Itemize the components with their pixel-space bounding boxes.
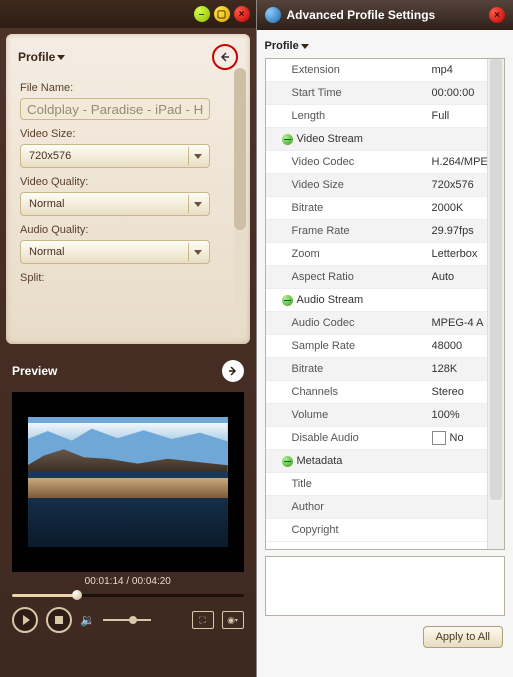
- collapse-icon[interactable]: [282, 134, 293, 145]
- advanced-profile-heading[interactable]: Profile: [257, 30, 513, 58]
- maximize-button[interactable]: ▢: [214, 6, 230, 22]
- video-size-select[interactable]: 720x576: [20, 144, 210, 168]
- collapse-icon[interactable]: [282, 295, 293, 306]
- close-advanced-button[interactable]: ×: [489, 7, 505, 23]
- tree-scrollbar[interactable]: [487, 59, 504, 549]
- group-metadata[interactable]: Metadata: [266, 455, 422, 467]
- video-frame: [28, 417, 228, 547]
- scrollbar-thumb[interactable]: [490, 59, 502, 500]
- profile-scrollbar[interactable]: [234, 68, 246, 338]
- chevron-down-icon: [188, 243, 207, 261]
- preview-heading: Preview: [12, 364, 57, 378]
- chevron-down-icon: [57, 55, 65, 60]
- preview-panel: Preview 00:01:14 / 00:04:20 🔉 ⛶ ◉▾: [0, 350, 256, 677]
- setting-key: Copyright: [266, 524, 432, 536]
- setting-key: Audio Codec: [266, 317, 432, 329]
- seek-slider[interactable]: [12, 589, 244, 601]
- audio-quality-value: Normal: [29, 246, 64, 258]
- setting-key: Bitrate: [266, 363, 432, 375]
- expand-preview-button[interactable]: [222, 360, 244, 382]
- snapshot-button[interactable]: ◉▾: [222, 611, 244, 629]
- back-button[interactable]: [212, 44, 238, 70]
- setting-key: Bitrate: [266, 202, 432, 214]
- arrow-right-icon: [227, 365, 239, 377]
- volume-thumb[interactable]: [129, 616, 137, 624]
- file-name-input[interactable]: [20, 98, 210, 120]
- video-quality-select[interactable]: Normal: [20, 192, 210, 216]
- group-audio-stream[interactable]: Audio Stream: [266, 294, 422, 306]
- play-icon: [23, 615, 30, 625]
- setting-key: Author: [266, 501, 432, 513]
- stop-icon: [55, 616, 63, 624]
- setting-key: Disable Audio: [266, 432, 432, 444]
- chevron-down-icon: [188, 195, 207, 213]
- setting-key: Channels: [266, 386, 432, 398]
- apply-to-all-button[interactable]: Apply to All: [423, 626, 503, 648]
- setting-key: Video Codec: [266, 156, 432, 168]
- fullscreen-button[interactable]: ⛶: [192, 611, 214, 629]
- disable-audio-checkbox[interactable]: [432, 431, 446, 445]
- setting-key: Volume: [266, 409, 432, 421]
- settings-icon: [265, 7, 281, 23]
- setting-key: Title: [266, 478, 432, 490]
- collapse-icon[interactable]: [282, 456, 293, 467]
- file-name-label: File Name:: [20, 82, 236, 94]
- playback-time: 00:01:14 / 00:04:20: [12, 576, 244, 587]
- arrow-left-icon: [219, 51, 231, 63]
- video-quality-label: Video Quality:: [20, 176, 236, 188]
- setting-key: Zoom: [266, 248, 432, 260]
- split-label: Split:: [20, 272, 236, 284]
- video-size-label: Video Size:: [20, 128, 236, 140]
- description-box[interactable]: [265, 556, 506, 616]
- scrollbar-thumb[interactable]: [234, 68, 246, 230]
- video-preview[interactable]: [12, 392, 244, 572]
- advanced-titlebar: Advanced Profile Settings ×: [257, 0, 513, 30]
- audio-quality-select[interactable]: Normal: [20, 240, 210, 264]
- play-button[interactable]: [12, 607, 38, 633]
- volume-slider[interactable]: [103, 615, 151, 625]
- seek-thumb[interactable]: [72, 590, 82, 600]
- minimize-button[interactable]: –: [194, 6, 210, 22]
- setting-key: Start Time: [266, 87, 432, 99]
- video-quality-value: Normal: [29, 198, 64, 210]
- advanced-title: Advanced Profile Settings: [287, 8, 484, 22]
- close-button[interactable]: ×: [234, 6, 250, 22]
- setting-key: Aspect Ratio: [266, 271, 432, 283]
- volume-icon[interactable]: 🔉: [80, 613, 95, 627]
- advanced-settings-panel: Advanced Profile Settings × Profile Exte…: [256, 0, 513, 677]
- video-size-value: 720x576: [29, 150, 71, 162]
- setting-key: Frame Rate: [266, 225, 432, 237]
- setting-key: Sample Rate: [266, 340, 432, 352]
- settings-tree: Extensionmp4 Start Time00:00:00 LengthFu…: [265, 58, 506, 550]
- playback-controls: 🔉 ⛶ ◉▾: [0, 601, 256, 643]
- setting-key: Length: [266, 110, 432, 122]
- profile-heading[interactable]: Profile: [18, 50, 65, 64]
- setting-key: Video Size: [266, 179, 432, 191]
- left-panel: – ▢ × Profile File Name: Video Size: 720…: [0, 0, 256, 677]
- chevron-down-icon: [301, 44, 309, 49]
- setting-key: Extension: [266, 64, 432, 76]
- profile-panel: Profile File Name: Video Size: 720x576 V…: [6, 34, 250, 344]
- group-video-stream[interactable]: Video Stream: [266, 133, 422, 145]
- window-titlebar: – ▢ ×: [0, 0, 256, 28]
- stop-button[interactable]: [46, 607, 72, 633]
- profile-form: File Name: Video Size: 720x576 Video Qua…: [6, 72, 250, 298]
- chevron-down-icon: [188, 147, 207, 165]
- audio-quality-label: Audio Quality:: [20, 224, 236, 236]
